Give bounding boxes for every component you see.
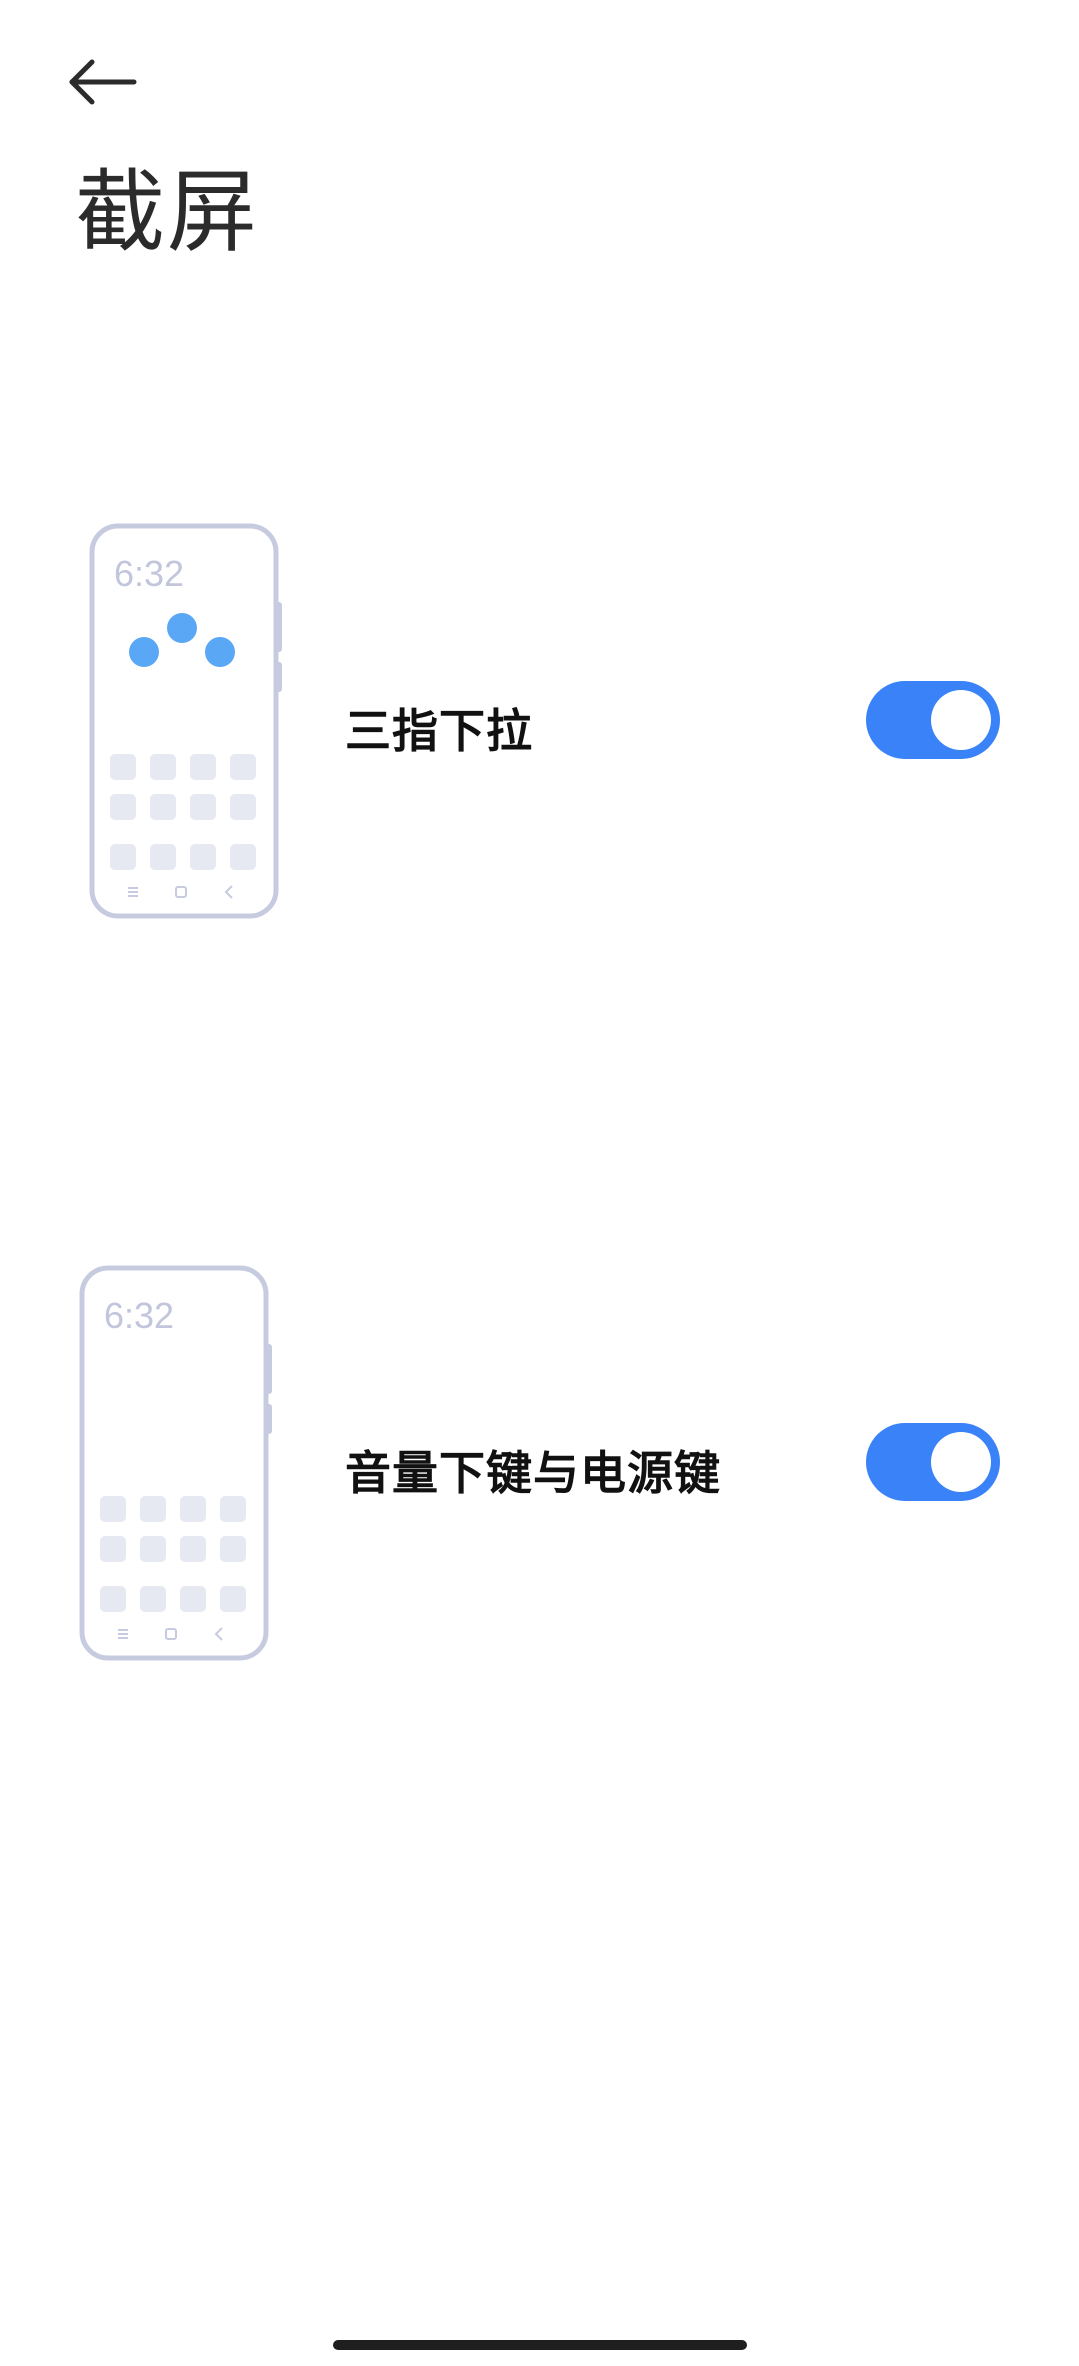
volume-power-toggle[interactable] [866, 1423, 1000, 1501]
home-indicator[interactable] [333, 2340, 747, 2350]
volume-power-illustration: 6:32 [79, 1265, 272, 1661]
toggle-knob [931, 690, 991, 750]
setting-row-volume-power: 6:32 音量下键与电源键 [0, 1252, 1079, 1672]
back-arrow-icon [69, 59, 137, 105]
page-title: 截屏 [75, 160, 259, 265]
toggle-knob [931, 1432, 991, 1492]
back-button[interactable] [60, 40, 156, 124]
three-finger-illustration: 6:32 [89, 523, 282, 919]
finger-dot-left [129, 637, 159, 667]
three-finger-toggle[interactable] [866, 681, 1000, 759]
finger-dot-center [167, 613, 197, 643]
finger-dot-right [205, 637, 235, 667]
volume-power-label: 音量下键与电源键 [345, 1446, 721, 1500]
illustration-clock: 6:32 [104, 1295, 174, 1336]
three-finger-label: 三指下拉 [345, 704, 533, 758]
setting-row-three-finger: 6:32 三指下拉 [0, 510, 1079, 930]
illustration-clock: 6:32 [114, 553, 184, 594]
